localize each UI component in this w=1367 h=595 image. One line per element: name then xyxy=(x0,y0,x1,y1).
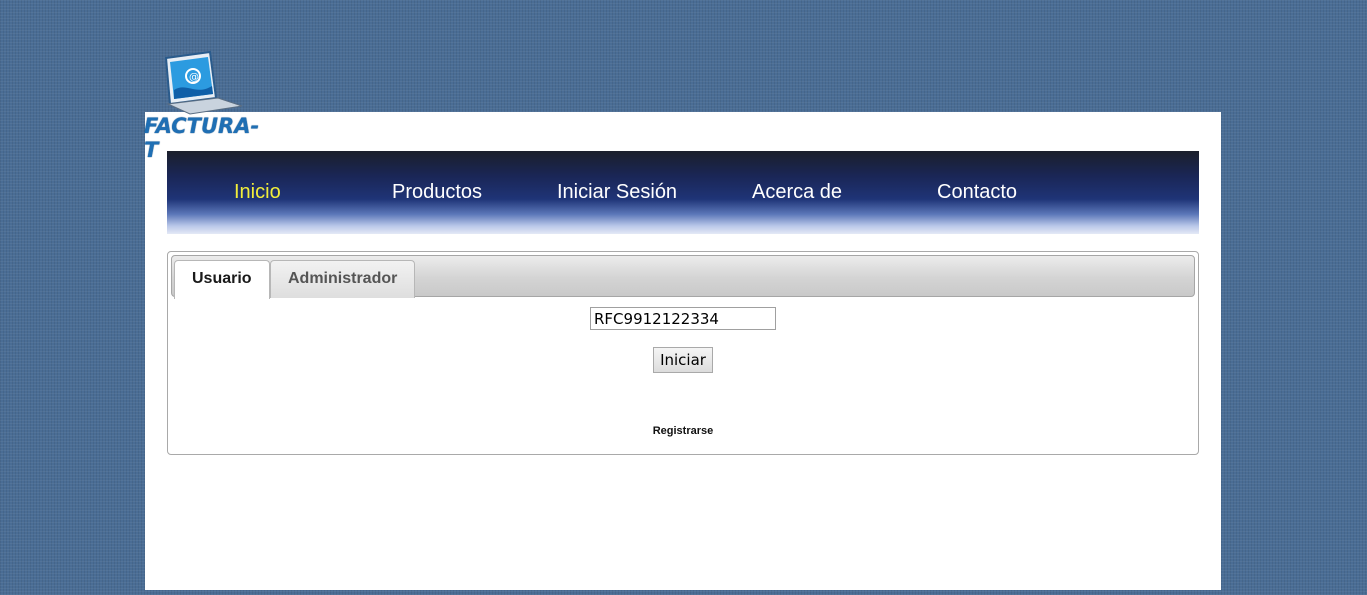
rfc-input[interactable] xyxy=(590,307,776,330)
nav-item-contacto[interactable]: Contacto xyxy=(937,181,1017,204)
nav-item-iniciar-sesion[interactable]: Iniciar Sesión xyxy=(557,181,677,204)
nav-item-productos[interactable]: Productos xyxy=(392,181,482,204)
login-tabs: Usuario Administrador Iniciar Registrars… xyxy=(167,251,1199,455)
nav-item-acerca-de[interactable]: Acerca de xyxy=(752,181,842,204)
main-nav: Inicio Productos Iniciar Sesión Acerca d… xyxy=(167,151,1199,234)
iniciar-button[interactable]: Iniciar xyxy=(653,347,713,373)
laptop-at-icon: @ xyxy=(164,50,243,115)
register-link[interactable]: Registrarse xyxy=(168,425,1198,437)
logo-text: FACTURA-T xyxy=(144,114,260,162)
tab-administrador[interactable]: Administrador xyxy=(270,260,416,298)
svg-text:@: @ xyxy=(189,72,199,83)
main-panel: Inicio Productos Iniciar Sesión Acerca d… xyxy=(145,112,1221,590)
nav-item-inicio[interactable]: Inicio xyxy=(234,181,281,204)
tab-usuario[interactable]: Usuario xyxy=(174,260,270,299)
tab-bar: Usuario Administrador xyxy=(171,255,1195,299)
site-logo[interactable]: @ FACTURA-T xyxy=(144,44,264,162)
